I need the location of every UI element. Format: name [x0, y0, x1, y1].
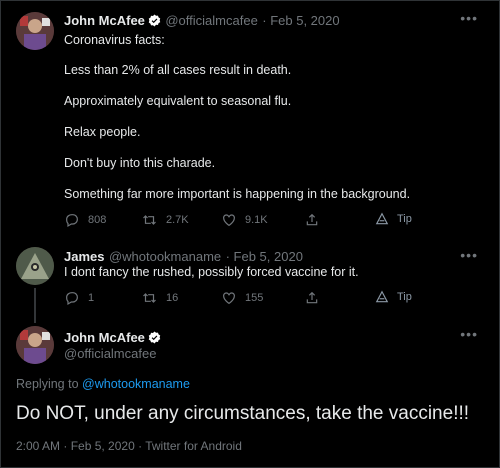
- tip-label: Tip: [397, 213, 412, 225]
- share-button[interactable]: [304, 290, 320, 306]
- author-name[interactable]: John McAfee: [64, 13, 145, 28]
- more-icon[interactable]: •••: [460, 247, 478, 263]
- tweet-text: I dont fancy the rushed, possibly forced…: [64, 265, 359, 279]
- reply-count: 1: [88, 292, 95, 304]
- like-count: 155: [245, 292, 264, 304]
- tweet-line: Relax people.: [64, 125, 141, 139]
- avatar-johnmcafee[interactable]: [16, 326, 54, 364]
- tweet-text: Do NOT, under any circumstances, take th…: [16, 403, 470, 424]
- author-name[interactable]: James: [64, 249, 104, 264]
- reply-button[interactable]: 1: [64, 290, 94, 306]
- reply-icon: [66, 214, 78, 228]
- tip-icon: [375, 290, 389, 303]
- retweet-count: 16: [166, 292, 179, 304]
- share-button[interactable]: [304, 212, 320, 228]
- like-button[interactable]: 155: [221, 290, 263, 306]
- author-handle[interactable]: @whotookmaname: [109, 249, 221, 264]
- more-icon[interactable]: •••: [460, 326, 478, 342]
- tweet-line: Don't buy into this charade.: [64, 156, 216, 170]
- retweet-icon: [143, 293, 156, 303]
- reply-icon: [66, 292, 78, 306]
- replying-to-label: Replying to: [16, 377, 79, 391]
- share-icon: [306, 291, 318, 304]
- tip-button[interactable]: Tip: [375, 290, 412, 304]
- thread-connector: [34, 288, 36, 323]
- tweet-line: Approximately equivalent to seasonal flu…: [64, 94, 292, 108]
- tip-button[interactable]: Tip: [375, 212, 412, 226]
- tweet-actions: 808 2.7K 9.1K Tip: [64, 212, 484, 230]
- like-count: 9.1K: [245, 214, 268, 226]
- tip-icon: [375, 212, 389, 225]
- tweet-date[interactable]: · Feb 5, 2020: [262, 13, 339, 28]
- more-icon[interactable]: •••: [460, 10, 478, 26]
- avatar-johnmcafee[interactable]: [16, 12, 54, 50]
- replying-to: Replying to @whotookmaname: [16, 377, 190, 391]
- tweet-line: Less than 2% of all cases result in deat…: [64, 63, 292, 77]
- retweet-button[interactable]: 16: [141, 290, 178, 306]
- verified-icon: [148, 14, 161, 32]
- retweet-icon: [143, 215, 156, 225]
- tweet-meta[interactable]: 2:00 AM · Feb 5, 2020 · Twitter for Andr…: [16, 439, 242, 453]
- retweet-button[interactable]: 2.7K: [141, 212, 189, 228]
- tweet-line: Coronavirus facts:: [64, 33, 165, 47]
- author-handle[interactable]: @officialmcafee: [64, 346, 156, 361]
- replying-to-handle-link[interactable]: @whotookmaname: [82, 377, 190, 391]
- author-name[interactable]: John McAfee: [64, 330, 145, 345]
- tweet-date[interactable]: · Feb 5, 2020: [226, 249, 303, 264]
- tweet-actions: 1 16 155 Tip: [64, 290, 484, 308]
- avatar-james[interactable]: [16, 247, 54, 285]
- like-icon: [223, 214, 235, 227]
- tip-label: Tip: [397, 291, 412, 303]
- reply-button[interactable]: 808: [64, 212, 106, 228]
- like-icon: [223, 292, 235, 305]
- retweet-count: 2.7K: [166, 214, 189, 226]
- tweet-line: Something far more important is happenin…: [64, 187, 411, 201]
- share-icon: [306, 213, 318, 226]
- like-button[interactable]: 9.1K: [221, 212, 268, 228]
- author-handle[interactable]: @officialmcafee: [165, 13, 257, 28]
- reply-count: 808: [88, 214, 107, 226]
